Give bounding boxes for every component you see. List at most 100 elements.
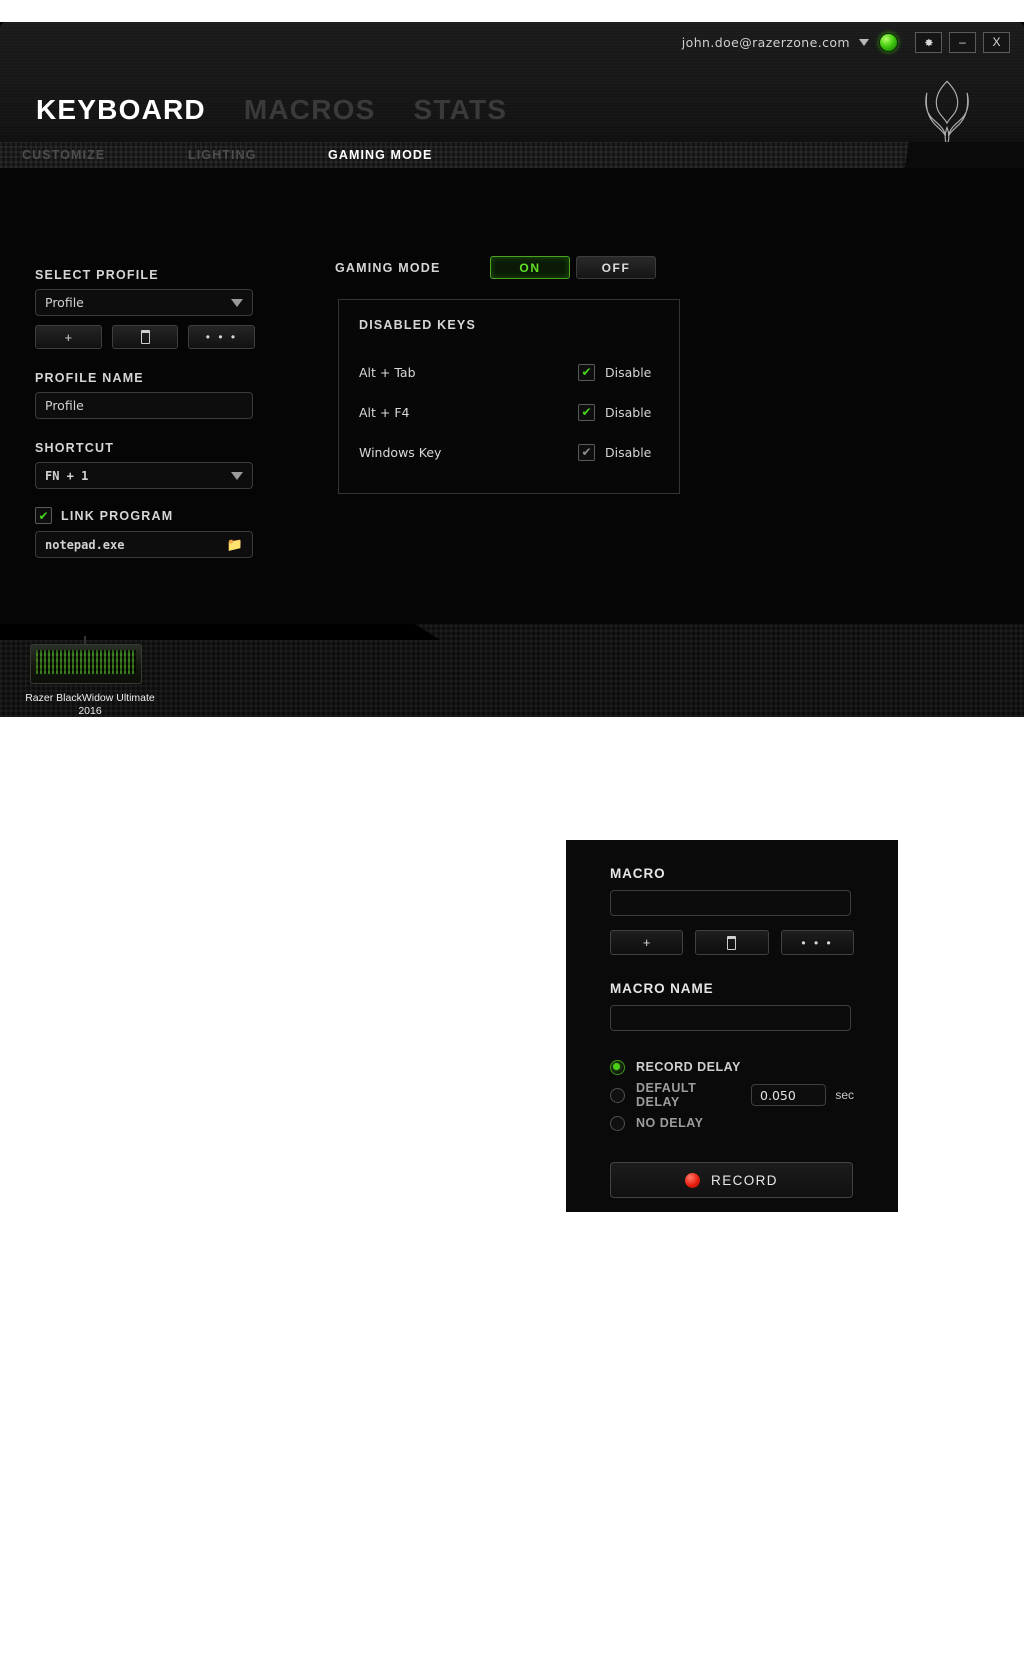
caret-down-icon[interactable]: [859, 38, 869, 46]
link-program-checkbox[interactable]: ✔: [35, 507, 52, 524]
disabled-key-row: Alt + F4 ✔ Disable: [359, 392, 661, 432]
gaming-mode-row: GAMING MODE ON OFF: [335, 256, 656, 279]
delay-options-group: RECORD DELAY DEFAULT DELAY 0.050 sec NO …: [610, 1053, 854, 1137]
nav-tab-macros[interactable]: MACROS: [244, 94, 376, 126]
linked-program-value: notepad.exe: [45, 537, 125, 552]
select-profile-value: Profile: [45, 295, 84, 310]
default-delay-input[interactable]: 0.050: [751, 1084, 827, 1106]
device-name-line1: Razer BlackWidow Ultimate: [25, 692, 155, 704]
settings-button[interactable]: [915, 31, 942, 53]
macro-label: MACRO: [610, 866, 666, 881]
link-program-label: LINK PROGRAM: [61, 508, 174, 523]
online-status-orb-icon[interactable]: [879, 32, 898, 52]
default-delay-label: DEFAULT DELAY: [636, 1081, 697, 1109]
trash-icon: [727, 935, 737, 950]
disable-checkbox-alt-f4[interactable]: ✔: [578, 403, 595, 421]
profile-name-label: PROFILE NAME: [35, 371, 144, 385]
window-background: john.doe@razerzone.com – X KEYBOARD MACR…: [0, 22, 1024, 717]
profile-button-row: + • • •: [35, 325, 256, 349]
chevron-down-icon: [231, 298, 243, 307]
subnav-corner-cut: [899, 142, 1024, 168]
disabled-keys-title: DISABLED KEYS: [359, 318, 477, 332]
record-delay-radio[interactable]: [610, 1059, 625, 1075]
profile-column: SELECT PROFILE Profile + • • • PROFILE N…: [35, 268, 256, 558]
chevron-down-icon: [231, 471, 243, 480]
shortcut-value: FN + 1: [45, 468, 89, 483]
gaming-mode-label: GAMING MODE: [335, 260, 441, 275]
main-navigation: KEYBOARD MACROS STATS: [36, 94, 507, 126]
macro-select-input[interactable]: [610, 890, 851, 916]
delete-profile-button[interactable]: [111, 325, 179, 349]
disable-label: Disable: [605, 404, 652, 420]
subnav-tab-gaming-mode[interactable]: GAMING MODE: [328, 148, 432, 162]
key-name: Alt + Tab: [359, 364, 416, 380]
record-button-label: RECORD: [711, 1172, 778, 1188]
close-button[interactable]: X: [983, 31, 1010, 53]
record-button[interactable]: RECORD: [610, 1162, 853, 1198]
more-macro-options-button[interactable]: • • •: [780, 930, 854, 955]
macro-button-row: + • • •: [610, 930, 854, 955]
select-profile-dropdown[interactable]: Profile: [35, 289, 253, 316]
record-dot-icon: [685, 1172, 701, 1188]
no-delay-option[interactable]: NO DELAY: [610, 1109, 854, 1137]
record-delay-option[interactable]: RECORD DELAY: [610, 1053, 854, 1081]
key-name: Alt + F4: [359, 404, 410, 420]
macro-panel-inner: MACRO + • • • MACRO NAME RECORD DELAY DE…: [566, 840, 898, 1212]
subnav-tab-customize[interactable]: CUSTOMIZE: [22, 148, 188, 162]
razer-synapse-window: john.doe@razerzone.com – X KEYBOARD MACR…: [0, 22, 1024, 717]
disabled-keys-list: Alt + Tab ✔ Disable Alt + F4 ✔ Disable W…: [359, 352, 661, 472]
keyboard-thumbnail-icon[interactable]: [30, 636, 142, 684]
disabled-key-row: Alt + Tab ✔ Disable: [359, 352, 661, 392]
record-delay-label: RECORD DELAY: [636, 1060, 741, 1074]
trash-icon: [140, 330, 150, 344]
device-bar: Razer BlackWidow Ultimate 2016: [0, 624, 1024, 717]
disable-label: Disable: [605, 444, 652, 460]
disabled-key-row: Windows Key ✔ Disable: [359, 432, 661, 472]
ellipsis-icon: • • •: [801, 935, 834, 950]
account-email: john.doe@razerzone.com: [681, 34, 850, 50]
default-delay-option[interactable]: DEFAULT DELAY 0.050 sec: [610, 1081, 854, 1109]
gaming-mode-off-button[interactable]: OFF: [576, 256, 656, 279]
gaming-mode-on-button[interactable]: ON: [490, 256, 570, 279]
delay-unit-label: sec: [835, 1088, 854, 1102]
macro-panel: MACRO + • • • MACRO NAME RECORD DELAY DE…: [566, 840, 898, 1212]
disable-label: Disable: [605, 364, 652, 380]
link-program-row[interactable]: ✔ LINK PROGRAM: [35, 507, 255, 524]
profile-name-input[interactable]: Profile: [35, 392, 253, 419]
folder-icon[interactable]: 📁: [227, 538, 243, 551]
add-macro-button[interactable]: +: [610, 930, 684, 955]
linked-program-input[interactable]: notepad.exe 📁: [35, 531, 253, 558]
subnav-tab-lighting[interactable]: LIGHTING: [188, 148, 328, 162]
minimize-button[interactable]: –: [949, 31, 976, 53]
device-name: Razer BlackWidow Ultimate 2016: [0, 692, 180, 717]
nav-tab-keyboard[interactable]: KEYBOARD: [36, 94, 206, 126]
add-profile-button[interactable]: +: [35, 325, 102, 349]
content-panel: SELECT PROFILE Profile + • • • PROFILE N…: [0, 168, 1024, 624]
keyboard-body: [30, 644, 142, 684]
razer-triple-snake-logo-icon: [925, 80, 969, 147]
delete-macro-button[interactable]: [695, 930, 769, 955]
macro-name-section: MACRO NAME: [610, 981, 854, 1031]
macro-name-input[interactable]: [610, 1005, 851, 1031]
disable-checkbox-windows-key[interactable]: ✔: [578, 443, 595, 461]
disable-checkbox-alt-tab[interactable]: ✔: [578, 363, 595, 381]
disabled-keys-panel: DISABLED KEYS Alt + Tab ✔ Disable Alt + …: [338, 299, 680, 494]
page-root: john.doe@razerzone.com – X KEYBOARD MACR…: [0, 0, 1024, 1676]
profile-name-value: Profile: [45, 398, 84, 413]
macro-name-label: MACRO NAME: [610, 981, 714, 996]
select-profile-label: SELECT PROFILE: [35, 268, 159, 282]
more-profile-options-button[interactable]: • • •: [188, 325, 256, 349]
device-name-line2: 2016: [78, 705, 102, 717]
nav-tab-stats[interactable]: STATS: [414, 94, 508, 126]
no-delay-label: NO DELAY: [636, 1116, 704, 1130]
title-bar: john.doe@razerzone.com – X: [682, 22, 1024, 62]
shortcut-dropdown[interactable]: FN + 1: [35, 462, 253, 489]
ellipsis-icon: • • •: [205, 330, 238, 344]
no-delay-radio[interactable]: [610, 1115, 625, 1131]
key-name: Windows Key: [359, 444, 442, 460]
shortcut-label: SHORTCUT: [35, 441, 115, 455]
sub-navigation: CUSTOMIZE LIGHTING GAMING MODE: [22, 142, 432, 168]
default-delay-radio[interactable]: [610, 1087, 625, 1103]
